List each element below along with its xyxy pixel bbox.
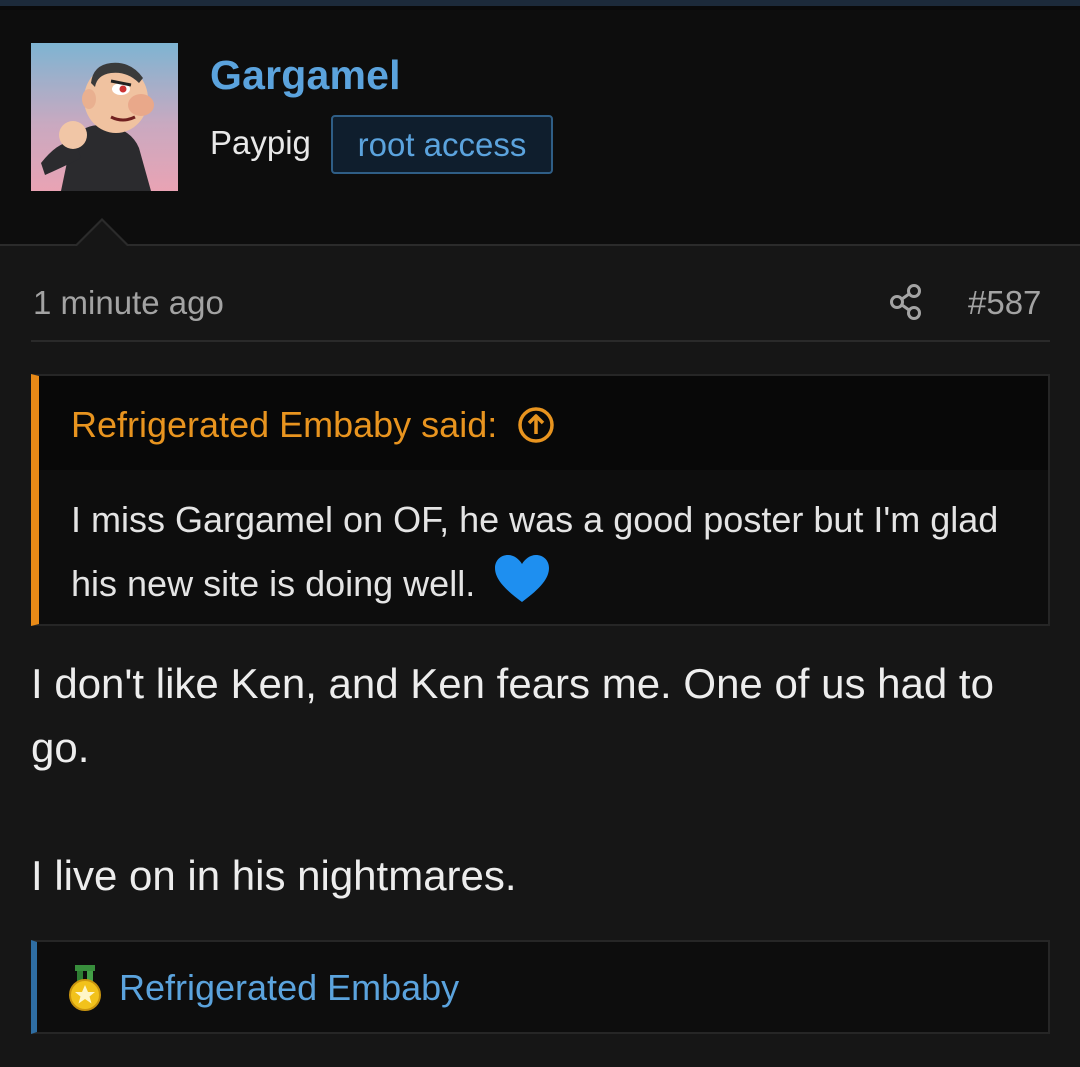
user-title: Paypig xyxy=(210,124,311,161)
reaction-user-link[interactable]: Refrigerated Embaby xyxy=(119,967,459,1009)
medal-icon xyxy=(65,963,105,1020)
avatar[interactable] xyxy=(31,43,178,191)
arrow-up-circle-icon xyxy=(518,407,554,443)
quote-attribution: Refrigerated Embaby said: xyxy=(71,404,498,445)
user-banner-badge: root access xyxy=(331,115,553,174)
post-timestamp[interactable]: 1 minute ago xyxy=(33,284,224,322)
post-message: I don't like Ken, and Ken fears me. One … xyxy=(31,652,1041,908)
share-icon[interactable] xyxy=(888,283,924,321)
quote-header: Refrigerated Embaby said: xyxy=(39,376,1048,470)
message-paragraph: I live on in his nightmares. xyxy=(31,852,517,899)
reactions-bar: Refrigerated Embaby xyxy=(31,940,1050,1034)
post-number-link[interactable]: #587 xyxy=(968,284,1041,322)
quote-attribution-link[interactable]: Refrigerated Embaby said: xyxy=(71,404,555,446)
message-paragraph: I don't like Ken, and Ken fears me. One … xyxy=(31,660,994,771)
quote-block: Refrigerated Embaby said: I miss Gargame… xyxy=(31,374,1050,626)
quote-text-container: I miss Gargamel on OF, he was a good pos… xyxy=(71,488,1031,616)
blue-heart-icon xyxy=(495,555,550,603)
username[interactable]: Gargamel xyxy=(210,52,401,99)
meta-divider xyxy=(31,340,1050,342)
